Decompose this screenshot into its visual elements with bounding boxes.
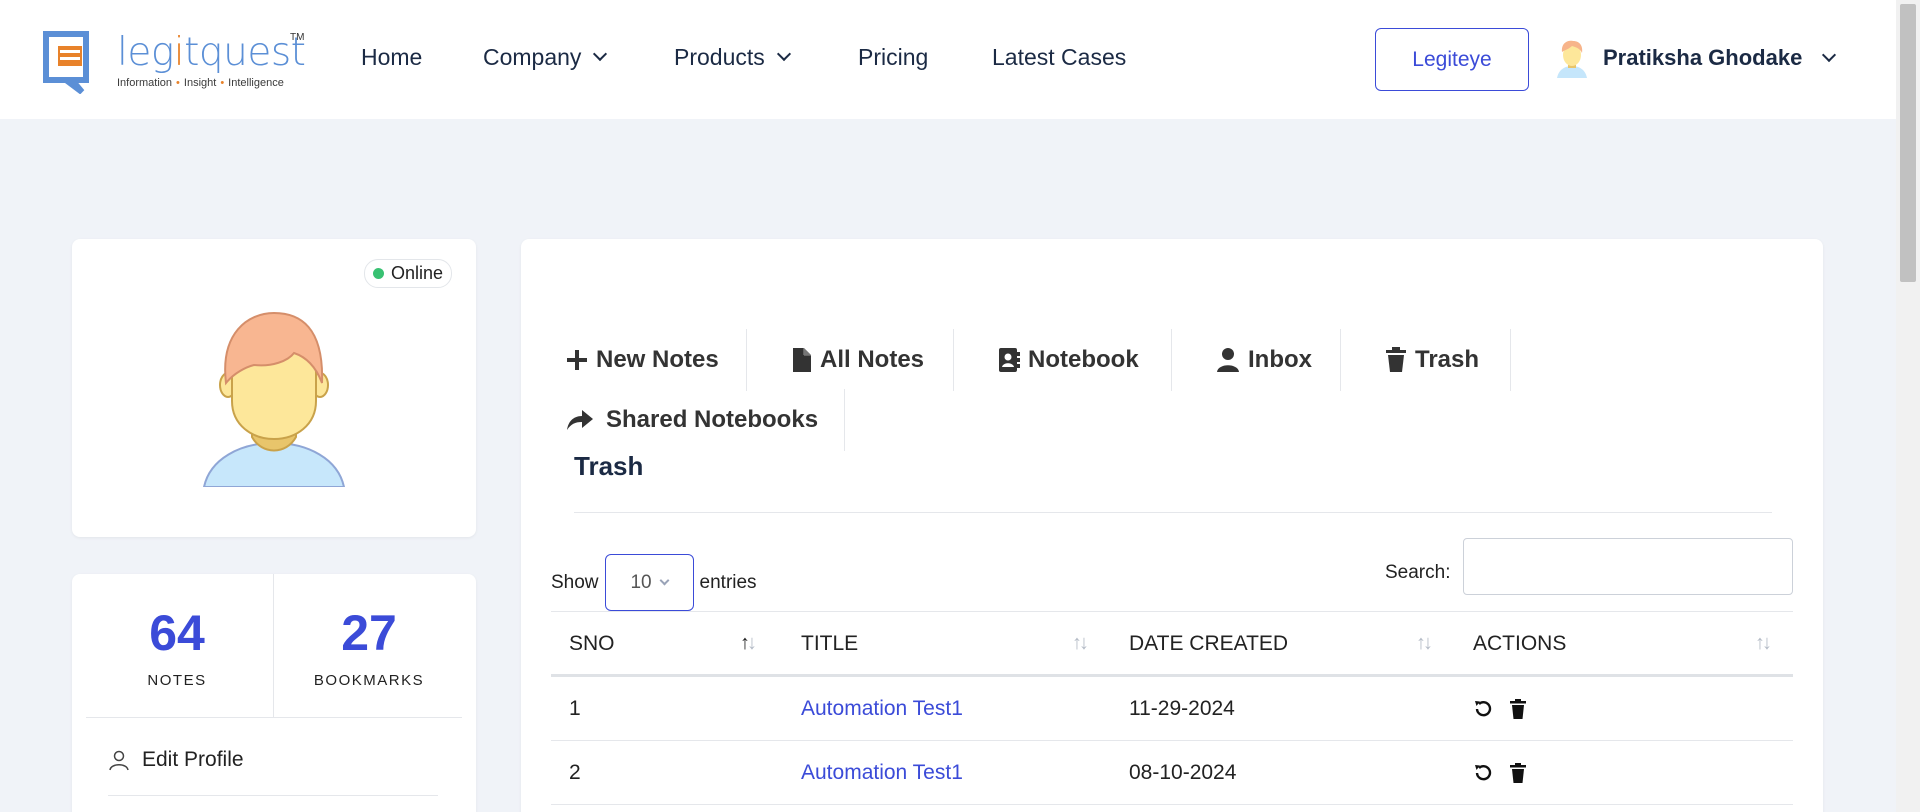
legitquest-logo[interactable]: legitquest TM Information • Insight • Intell… (42, 30, 312, 94)
trash-table: SNO ↑↓ TITLE ↑↓ DATE CREATED ↑↓ ACTIONS … (551, 611, 1793, 805)
tab-label: Inbox (1248, 346, 1312, 373)
row-actions (1473, 741, 1527, 804)
profile-card: Online (72, 239, 476, 537)
cell-date-created: 08-10-2024 (1129, 760, 1237, 784)
cell-sno: 2 (569, 760, 581, 784)
entries-control: Show 10 entries (551, 554, 757, 611)
notes-count: 64 (149, 605, 205, 661)
table-row: 2 Automation Test1 08-10-2024 (551, 741, 1793, 805)
sort-icon[interactable]: ↑↓ (1416, 632, 1433, 655)
nav-pricing[interactable]: Pricing (858, 44, 928, 71)
tab-divider (1340, 329, 1341, 391)
column-header-date-created[interactable]: DATE CREATED (1129, 612, 1288, 675)
user-name: Pratiksha Ghodake (1603, 45, 1803, 70)
notes-panel: New Notes All Notes Notebook Inbox Trash… (521, 239, 1823, 812)
tab-inbox[interactable]: Inbox (1216, 329, 1312, 391)
menu-separator (108, 795, 438, 796)
section-divider (574, 512, 1772, 513)
tab-divider (953, 329, 954, 391)
notes-label: NOTES (147, 672, 207, 689)
nav-latest-cases[interactable]: Latest Cases (992, 44, 1126, 71)
user-menu[interactable]: Pratiksha Ghodake (1555, 38, 1837, 78)
entries-label: entries (699, 571, 757, 593)
note-title-link[interactable]: Automation Test1 (801, 741, 963, 804)
page-scrollbar[interactable] (1896, 0, 1920, 812)
stats-separator (86, 717, 462, 718)
tab-label: Notebook (1028, 346, 1139, 373)
nav-company[interactable]: Company (483, 44, 608, 71)
legiteye-button[interactable]: Legiteye (1375, 28, 1529, 91)
tab-all-notes[interactable]: All Notes (792, 329, 924, 391)
column-header-sno[interactable]: SNO (569, 612, 615, 675)
tab-divider (746, 329, 747, 391)
trash-icon (1386, 347, 1406, 372)
bookmarks-label: BOOKMARKS (313, 672, 425, 689)
restore-icon[interactable] (1473, 699, 1493, 719)
cell-date-created: 11-29-2024 (1129, 696, 1235, 720)
notes-stat[interactable]: 64 NOTES (82, 604, 272, 689)
section-title: Trash (574, 451, 644, 481)
bookmarks-stat[interactable]: 27 BOOKMARKS (274, 604, 464, 689)
user-icon (1217, 348, 1239, 372)
logo-trademark: TM (290, 32, 305, 43)
avatar (1557, 40, 1587, 78)
tab-new-notes[interactable]: New Notes (566, 329, 719, 391)
online-dot-icon (372, 268, 384, 279)
table-row: 1 Automation Test1 11-29-2024 (551, 677, 1793, 741)
search-label: Search: (1385, 562, 1451, 583)
top-navbar: legitquest TM Information • Insight • Intell… (0, 0, 1896, 119)
stats-card: 64 NOTES 27 BOOKMARKS Edit Profile (72, 574, 476, 812)
entries-value: 10 (630, 571, 652, 593)
share-icon (567, 410, 593, 430)
trash-icon[interactable] (1509, 762, 1527, 783)
tab-divider (844, 389, 845, 451)
tab-divider (1171, 329, 1172, 391)
tab-label: All Notes (820, 346, 925, 373)
tab-notebook[interactable]: Notebook (998, 329, 1139, 391)
row-actions (1473, 677, 1527, 740)
status-text: Online (390, 263, 443, 283)
tab-label: New Notes (596, 346, 719, 373)
sort-icon[interactable]: ↑↓ (740, 632, 757, 655)
table-header: SNO ↑↓ TITLE ↑↓ DATE CREATED ↑↓ ACTIONS … (551, 611, 1793, 677)
tab-divider (1510, 329, 1511, 391)
cell-sno: 1 (569, 696, 581, 720)
user-outline-icon (109, 750, 129, 771)
edit-profile-label: Edit Profile (142, 748, 244, 771)
address-book-icon (999, 348, 1020, 372)
plus-icon (567, 350, 587, 370)
logo-tagline: Information • Insight • Intelligence (117, 77, 284, 89)
file-icon (793, 348, 811, 372)
nav-products[interactable]: Products (674, 44, 791, 71)
edit-profile-link[interactable]: Edit Profile (108, 748, 244, 772)
logo-icon (43, 31, 89, 94)
tab-label: Shared Notebooks (606, 406, 819, 433)
chevron-down-icon (1822, 47, 1837, 63)
tab-shared-notebooks[interactable]: Shared Notebooks (566, 389, 818, 451)
avatar (202, 311, 346, 487)
scrollbar-thumb[interactable] (1900, 4, 1916, 282)
sort-icon[interactable]: ↑↓ (1755, 632, 1772, 655)
tab-trash[interactable]: Trash (1385, 329, 1479, 391)
chevron-down-icon (776, 46, 791, 62)
trash-icon[interactable] (1509, 698, 1527, 719)
nav-home[interactable]: Home (361, 44, 422, 71)
logo-wordmark: legitquest (117, 30, 306, 75)
search-input[interactable] (1463, 538, 1793, 595)
tab-label: Trash (1415, 346, 1480, 373)
bookmarks-count: 27 (341, 605, 397, 661)
column-header-title[interactable]: TITLE (801, 612, 858, 675)
note-title-link[interactable]: Automation Test1 (801, 677, 963, 740)
entries-select[interactable]: 10 (604, 554, 694, 611)
restore-icon[interactable] (1473, 763, 1493, 783)
show-label: Show (551, 571, 599, 593)
sort-icon[interactable]: ↑↓ (1072, 632, 1089, 655)
chevron-down-icon (659, 575, 670, 586)
status-badge: Online (363, 259, 452, 288)
chevron-down-icon (593, 46, 608, 62)
column-header-actions[interactable]: ACTIONS (1473, 612, 1566, 675)
